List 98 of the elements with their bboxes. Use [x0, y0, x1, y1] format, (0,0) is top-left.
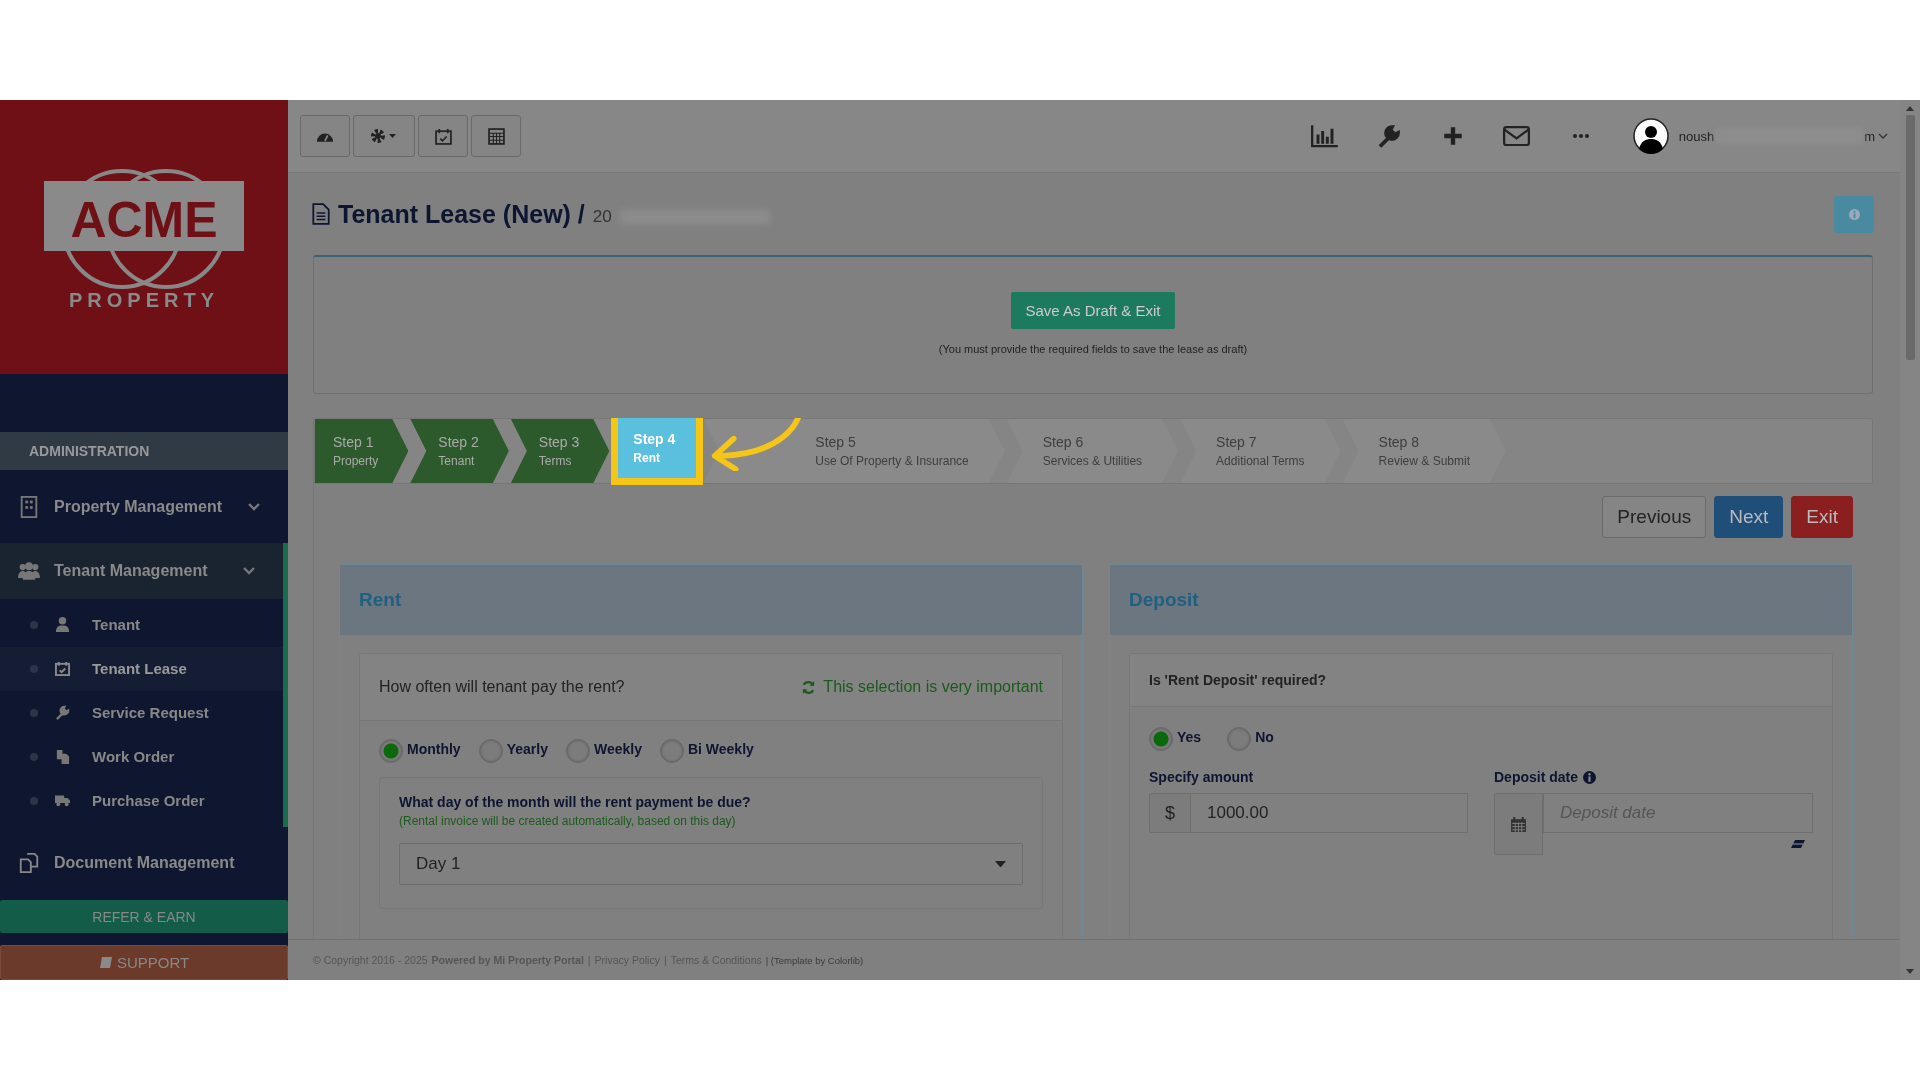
files-icon [55, 749, 70, 765]
dropdown-caret-icon [995, 860, 1006, 868]
radio-circle[interactable] [659, 739, 684, 763]
radio-circle[interactable] [478, 739, 503, 763]
sidebar-menu-item[interactable]: Property Management [0, 476, 288, 538]
sidebar-subitem[interactable]: Purchase Order [0, 778, 283, 823]
submenu-label: Tenant Lease [92, 660, 187, 678]
users-icon [18, 560, 40, 583]
info-icon [1848, 208, 1860, 220]
separator-text: | [663, 954, 667, 966]
calendar-addon[interactable] [1494, 793, 1543, 855]
refresh-icon [801, 679, 817, 695]
question-text: Is 'Rent Deposit' required? [1149, 672, 1327, 688]
eraser-icon[interactable] [1790, 839, 1806, 849]
important-hint: This selection is very important [823, 678, 1043, 696]
due-hint: (Rental invoice will be created automatically, based on this day) [399, 814, 737, 828]
step-tab[interactable]: Step 5 Use Of Property & Insurance [703, 419, 1005, 483]
calculator-button[interactable] [471, 115, 521, 157]
step-tab[interactable]: Step 1 Property [315, 419, 409, 483]
sidebar-menu-item[interactable]: Tenant Management [0, 543, 288, 599]
frequency-radio[interactable]: Monthly [379, 741, 461, 763]
step-tab[interactable]: Step 8 Review & Submit [1342, 419, 1506, 483]
save-draft-button[interactable]: Save As Draft & Exit [1011, 291, 1175, 329]
settings-icon [370, 128, 398, 144]
question-text: How often will tenant pay the rent? [379, 678, 625, 696]
scrollbar-thumb[interactable] [1905, 115, 1915, 360]
previous-button[interactable]: Previous [1602, 496, 1707, 538]
step-tab[interactable]: Step 7 Additional Terms [1180, 419, 1341, 483]
sidebar-menu-item[interactable]: Document Management [0, 832, 288, 894]
chevron-down-icon[interactable] [1878, 133, 1888, 139]
wrench-icon [55, 705, 70, 721]
exit-button[interactable]: Exit [1791, 496, 1853, 538]
document-icon [312, 203, 330, 225]
sidebar-subitem[interactable]: Service Request [0, 690, 283, 735]
info-icon [1583, 770, 1596, 784]
calculator-icon [487, 127, 505, 145]
property-address: 20 [592, 207, 612, 227]
radio-circle[interactable] [1149, 727, 1173, 751]
submenu-label: Service Request [92, 704, 209, 722]
radio-circle[interactable] [379, 739, 403, 763]
calendar-check-icon [434, 127, 452, 145]
panel-title: Deposit [1129, 589, 1199, 611]
frequency-radio[interactable]: Yearly [478, 741, 548, 763]
bullet-dot [30, 796, 38, 805]
scroll-up-icon[interactable] [1906, 106, 1914, 111]
support-button[interactable]: SUPPORT [0, 945, 288, 980]
calendar-check-icon [55, 661, 70, 677]
dashboard-button[interactable] [300, 115, 350, 157]
sidebar-subitem[interactable]: Tenant Lease [0, 646, 283, 691]
menu-label: Document Management [54, 854, 236, 873]
calendar-button[interactable] [418, 115, 468, 157]
user-name-end[interactable]: m [1864, 128, 1875, 144]
person-icon [55, 617, 70, 633]
chevron-down-icon [243, 567, 255, 576]
currency-addon: $ [1149, 793, 1191, 833]
submenu-label: Work Order [92, 748, 175, 766]
due-question: What day of the month will the rent payment be due? [399, 794, 752, 810]
separator-text: | [587, 954, 591, 966]
step-tab[interactable]: Step 6 Services & Utilities [1006, 419, 1179, 483]
calendar-icon [1510, 815, 1527, 833]
sidebar-subitem[interactable]: Work Order [0, 734, 283, 779]
frequency-radio[interactable]: Bi Weekly [659, 741, 754, 763]
chevron-down-icon [248, 502, 260, 511]
next-button[interactable]: Next [1714, 496, 1784, 538]
bullet-dot [30, 752, 38, 761]
due-day-select[interactable]: Day 1 [399, 843, 1023, 885]
bullet-dot [30, 708, 38, 717]
draft-note: (You must provide the required fields to save the lease as draft) [938, 342, 1248, 355]
page-title: Tenant Lease (New) / [338, 199, 585, 229]
frequency-radio[interactable]: Weekly [565, 741, 642, 763]
panel-title: Rent [359, 589, 402, 611]
sidebar-subitem[interactable]: Tenant [0, 602, 283, 647]
section-heading: ADMINISTRATION [0, 432, 288, 471]
step-tab[interactable]: Step 3 Terms [510, 419, 610, 483]
radio-circle[interactable] [1227, 727, 1252, 751]
menu-label: Property Management [54, 497, 224, 516]
deposit-radio[interactable]: No [1227, 729, 1274, 751]
scroll-down-icon[interactable] [1906, 969, 1914, 974]
building-icon [18, 495, 40, 518]
submenu-label: Purchase Order [92, 792, 205, 810]
template-credit-text: | (Template by Colorlib) [765, 954, 864, 966]
user-name[interactable]: noush [1678, 128, 1715, 144]
radio-circle[interactable] [565, 739, 590, 763]
field-label: Deposit date [1494, 769, 1578, 785]
field-label: Specify amount [1149, 769, 1255, 785]
deposit-radio[interactable]: Yes [1149, 729, 1202, 751]
menu-label: Tenant Management [54, 562, 209, 581]
amount-field[interactable]: 1000.00 [1191, 793, 1468, 833]
bullet-dot [30, 620, 38, 629]
bullet-dot [30, 664, 38, 673]
documents-icon [18, 852, 40, 875]
step-tab[interactable]: Step 2 Tenant [410, 419, 509, 483]
logo-drawing: ACME PROPERTY [44, 157, 244, 317]
truck-icon [55, 793, 70, 809]
avatar-icon[interactable] [1632, 118, 1669, 154]
settings-button[interactable] [353, 115, 415, 157]
book-icon [98, 955, 113, 970]
submenu-label: Tenant [92, 616, 141, 634]
